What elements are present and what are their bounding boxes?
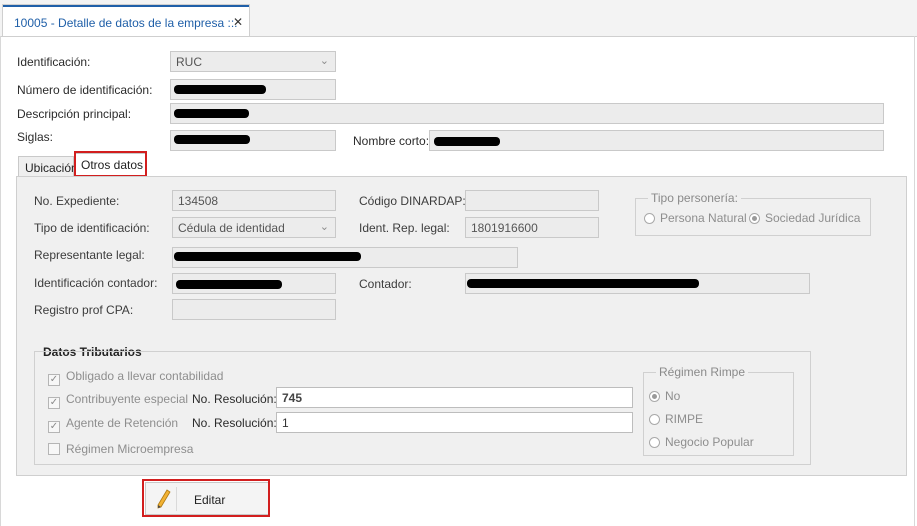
document-tabstrip: 10005 - Detalle de datos de la empresa :… <box>0 0 917 37</box>
tab-ubicacion-label: Ubicación <box>25 161 78 175</box>
redaction-mark <box>176 280 282 289</box>
edit-highlight-box <box>142 479 270 517</box>
checkbox-contribuyente-especial[interactable]: ✓ Contribuyente especial <box>48 392 188 409</box>
redaction-mark <box>434 137 500 146</box>
tipo-personeria-legend: Tipo personería: <box>648 191 741 205</box>
identificacion-value: RUC <box>176 55 202 69</box>
checkbox-empty-icon <box>48 443 60 455</box>
no-expediente-label: No. Expediente: <box>34 194 120 208</box>
radio-rimpe-negocio-popular[interactable]: Negocio Popular <box>649 435 754 449</box>
nombre-corto-label: Nombre corto: <box>353 134 430 148</box>
agente-resolucion-label: No. Resolución: <box>192 416 277 430</box>
redaction-mark <box>174 135 250 144</box>
codigo-dinardap-label: Código DINARDAP: <box>359 194 466 208</box>
checkbox-checked-icon: ✓ <box>48 374 60 386</box>
agente-resolucion-field[interactable]: 1 <box>276 412 633 433</box>
chevron-down-icon: ⌄ <box>319 55 329 67</box>
codigo-dinardap-field[interactable] <box>465 190 599 211</box>
redaction-mark <box>174 109 249 118</box>
radio-rimpe-negocio-popular-label: Negocio Popular <box>665 435 754 449</box>
radio-persona-natural[interactable]: Persona Natural <box>644 211 747 225</box>
descripcion-principal-label: Descripción principal: <box>17 107 132 121</box>
tab-accent-bar <box>3 5 249 7</box>
no-expediente-field[interactable]: 134508 <box>172 190 336 211</box>
regimen-rimpe-group: Régimen Rimpe No RIMPE Negocio Popular <box>643 365 794 456</box>
no-expediente-value: 134508 <box>178 194 219 208</box>
numero-identificacion-label: Número de identificación: <box>17 83 153 97</box>
ident-rep-legal-label: Ident. Rep. legal: <box>359 221 450 235</box>
representante-legal-field[interactable] <box>172 247 518 268</box>
tab-highlight-box <box>74 151 147 177</box>
contador-label: Contador: <box>359 277 412 291</box>
identificacion-select[interactable]: RUC ⌄ <box>170 51 336 72</box>
ident-rep-legal-field[interactable]: 1801916600 <box>465 217 599 238</box>
radio-sociedad-juridica-label: Sociedad Jurídica <box>765 211 861 225</box>
radio-rimpe-no-label: No <box>665 389 681 403</box>
redaction-mark <box>467 279 699 288</box>
tipo-identificacion-select[interactable]: Cédula de identidad ⌄ <box>172 217 336 238</box>
siglas-label: Siglas: <box>17 130 54 144</box>
agente-retencion-label: Agente de Retención <box>66 416 179 430</box>
ident-rep-legal-value: 1801916600 <box>471 221 538 235</box>
radio-sociedad-juridica[interactable]: Sociedad Jurídica <box>749 211 860 225</box>
tipo-identificacion-value: Cédula de identidad <box>178 221 285 235</box>
radio-dot-icon <box>649 414 660 425</box>
identificacion-contador-field[interactable] <box>172 273 336 294</box>
contribuyente-especial-label: Contribuyente especial <box>66 392 189 406</box>
nombre-corto-field[interactable] <box>429 130 884 151</box>
identificacion-contador-label: Identificación contador: <box>34 276 158 290</box>
identificacion-label: Identificación: <box>17 55 91 69</box>
representante-legal-label: Representante legal: <box>34 248 145 262</box>
radio-rimpe-no[interactable]: No <box>649 389 680 403</box>
registro-prof-cpa-label: Registro prof CPA: <box>34 303 134 317</box>
radio-dot-icon <box>649 437 660 448</box>
tipo-personeria-group: Tipo personería: Persona Natural Socieda… <box>635 191 871 236</box>
obligado-contabilidad-label: Obligado a llevar contabilidad <box>66 369 224 383</box>
document-tab[interactable]: 10005 - Detalle de datos de la empresa :… <box>2 4 250 36</box>
checkbox-checked-icon: ✓ <box>48 421 60 433</box>
document-tab-title: 10005 - Detalle de datos de la empresa :… <box>14 16 238 30</box>
radio-rimpe-rimpe[interactable]: RIMPE <box>649 412 703 426</box>
agente-resolucion-value: 1 <box>282 416 289 430</box>
tab-ubicacion[interactable]: Ubicación <box>18 156 78 178</box>
numero-identificacion-field[interactable] <box>170 79 336 100</box>
radio-dot-icon <box>649 391 660 402</box>
radio-rimpe-rimpe-label: RIMPE <box>665 412 704 426</box>
checkbox-obligado-contabilidad[interactable]: ✓ Obligado a llevar contabilidad <box>48 369 223 386</box>
radio-dot-icon <box>749 213 760 224</box>
regimen-rimpe-legend: Régimen Rimpe <box>656 365 749 379</box>
contribuyente-resolucion-field[interactable]: 745 <box>276 387 633 408</box>
radio-dot-icon <box>644 213 655 224</box>
checkbox-checked-icon: ✓ <box>48 397 60 409</box>
contribuyente-resolucion-value: 745 <box>282 391 303 405</box>
contribuyente-resolucion-label: No. Resolución: <box>192 392 277 406</box>
descripcion-principal-field[interactable] <box>170 103 884 124</box>
checkbox-regimen-microempresa[interactable]: Régimen Microempresa <box>48 442 193 456</box>
close-icon[interactable]: ✕ <box>233 15 243 29</box>
radio-persona-natural-label: Persona Natural <box>660 211 747 225</box>
redaction-mark <box>174 85 266 94</box>
contador-field[interactable] <box>465 273 810 294</box>
tipo-identificacion-label: Tipo de identificación: <box>34 221 150 235</box>
siglas-field[interactable] <box>170 130 336 151</box>
registro-prof-cpa-field[interactable] <box>172 299 336 320</box>
checkbox-agente-retencion[interactable]: ✓ Agente de Retención <box>48 416 178 433</box>
redaction-mark <box>174 252 361 261</box>
regimen-microempresa-label: Régimen Microempresa <box>66 442 194 456</box>
chevron-down-icon: ⌄ <box>319 221 329 233</box>
